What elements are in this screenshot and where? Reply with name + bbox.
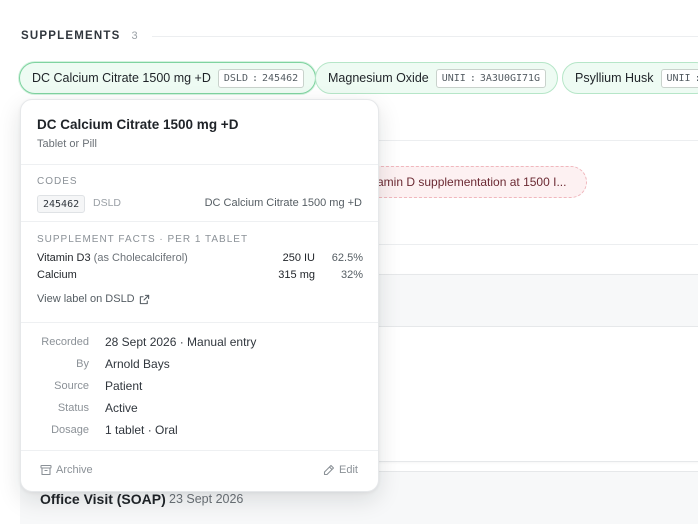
meta-value-recorded: 28 Sept 2026 · Manual entry — [105, 335, 257, 349]
code-value-chip: 245462 — [37, 195, 86, 213]
visit-title[interactable]: Office Visit (SOAP) — [40, 491, 166, 507]
chip-label: Psyllium Husk — [575, 71, 654, 85]
code-description: DC Calcium Citrate 1500 mg +D — [204, 197, 362, 209]
archive-label[interactable]: Archive — [56, 464, 93, 476]
view-label-link[interactable]: View label on DSLD — [37, 293, 150, 305]
supplement-chip-calcium-citrate[interactable]: DC Calcium Citrate 1500 mg +D DSLD:24546… — [19, 62, 317, 94]
chip-label: Magnesium Oxide — [328, 71, 429, 85]
chip-label: DC Calcium Citrate 1500 mg +D — [32, 71, 211, 85]
section-divider — [151, 35, 698, 37]
meta-label-dosage: Dosage — [51, 424, 89, 436]
meta-value-source: Patient — [105, 379, 143, 393]
fact-amount: 315 mg — [278, 269, 315, 281]
chip-code-badge: UNII:3A3U0GI71G — [435, 68, 547, 88]
popover-title: DC Calcium Citrate 1500 mg +D — [37, 117, 239, 132]
meta-label-by: By — [76, 358, 89, 370]
meta-label-source: Source — [54, 380, 89, 392]
divider — [21, 221, 378, 222]
edit-label[interactable]: Edit — [339, 464, 358, 476]
meta-value-dosage: 1 tablet · Oral — [105, 423, 178, 437]
fact-amount: 250 IU — [282, 252, 315, 264]
divider — [21, 164, 378, 165]
external-link-icon — [139, 294, 149, 304]
background-divider — [379, 140, 698, 141]
divider — [21, 322, 378, 323]
fact-row-calcium: Calcium 315 mg 32% — [37, 269, 363, 284]
meta-label-recorded: Recorded — [41, 336, 89, 348]
section-title: SUPPLEMENTS — [21, 30, 121, 42]
meta-value-status: Active — [105, 401, 138, 415]
supplement-chip-psyllium-husk[interactable]: Psyllium Husk UNII: — [562, 62, 698, 94]
meta-value-by: Arnold Bays — [105, 357, 170, 371]
archive-icon — [40, 464, 52, 476]
codes-label: CODES — [37, 176, 78, 187]
supplement-detail-popover: DC Calcium Citrate 1500 mg +D Tablet or … — [20, 99, 379, 492]
section-count: 3 — [131, 30, 138, 42]
edit-button[interactable]: Edit — [323, 464, 358, 476]
chip-code-badge: UNII: — [660, 68, 698, 88]
divider — [21, 450, 378, 451]
fact-daily-value: 32% — [340, 269, 363, 281]
archive-button[interactable]: Archive — [40, 464, 93, 476]
supplements-header: SUPPLEMENTS 3 — [21, 28, 698, 44]
pencil-icon — [323, 464, 335, 476]
chip-code-badge: DSLD:245462 — [217, 68, 305, 88]
meta-label-status: Status — [57, 402, 89, 414]
fact-name: Calcium — [37, 269, 77, 281]
code-system: DSLD — [93, 197, 122, 209]
background-divider — [379, 244, 698, 245]
fact-name: Vitamin D3 (as Cholecalciferol) — [37, 252, 188, 264]
supplement-chip-magnesium-oxide[interactable]: Magnesium Oxide UNII:3A3U0GI71G — [315, 62, 559, 94]
popover-subtitle: Tablet or Pill — [37, 138, 97, 150]
supplement-facts-label: SUPPLEMENT FACTS · PER 1 TABLET — [37, 234, 249, 245]
fact-row-vitamin-d3: Vitamin D3 (as Cholecalciferol) 250 IU 6… — [37, 252, 363, 267]
visit-date: 23 Sept 2026 — [169, 492, 244, 506]
fact-daily-value: 62.5% — [331, 252, 363, 264]
